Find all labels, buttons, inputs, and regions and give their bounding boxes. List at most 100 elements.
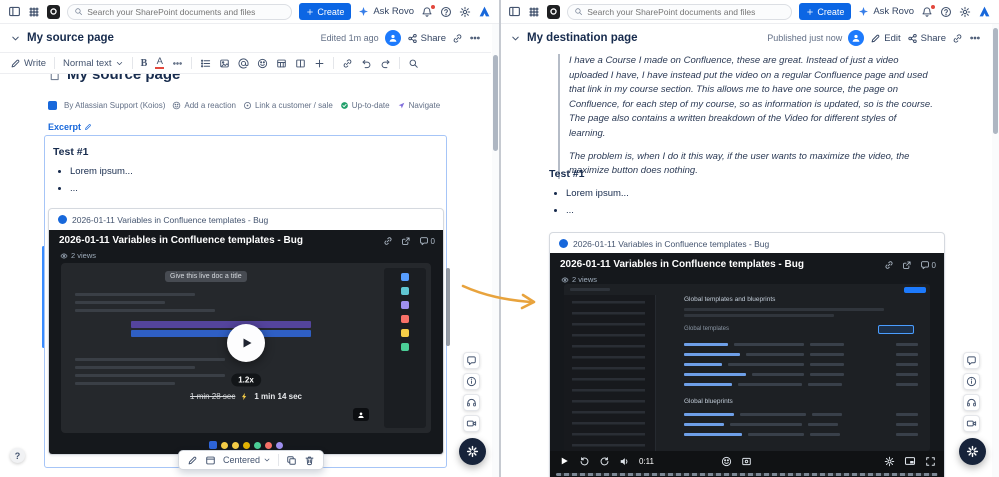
create-button[interactable]: Create — [799, 3, 852, 20]
add-reaction-button[interactable]: Add a reaction — [172, 101, 236, 110]
smart-link-card: 2026-01-11 Variables in Confluence templ… — [48, 208, 444, 455]
audio-float-button[interactable] — [963, 394, 980, 411]
scrollbar-thumb[interactable] — [493, 55, 498, 151]
settings-button[interactable] — [959, 6, 971, 18]
search-input[interactable] — [87, 6, 286, 17]
sidebar-toggle-icon[interactable] — [508, 5, 521, 18]
atlassian-logo[interactable] — [478, 5, 491, 18]
rewind-icon[interactable] — [579, 456, 590, 467]
comment-float-button[interactable] — [963, 352, 980, 369]
rovo-sparkle-icon — [358, 6, 369, 17]
atlassian-logo[interactable] — [978, 5, 991, 18]
media-card-icon[interactable] — [205, 455, 216, 466]
record-fab[interactable] — [959, 438, 986, 465]
inner-scrollbar-thumb[interactable] — [446, 268, 450, 346]
find-icon[interactable] — [408, 58, 419, 69]
info-float-button[interactable] — [463, 373, 480, 390]
alignment-dropdown[interactable]: Centered — [223, 455, 271, 465]
audio-float-button[interactable] — [463, 394, 480, 411]
redo-icon[interactable] — [380, 58, 391, 69]
playback-speed[interactable]: 1.2x — [231, 373, 261, 387]
settings-button[interactable] — [459, 6, 471, 18]
reaction-add-button[interactable] — [209, 441, 217, 449]
play-button[interactable] — [227, 323, 265, 362]
pip-icon[interactable] — [904, 455, 916, 467]
search-bar[interactable] — [567, 3, 793, 20]
app-switcher-icon[interactable] — [28, 6, 40, 18]
search-bar[interactable] — [67, 3, 293, 20]
more-icon[interactable] — [469, 32, 481, 44]
help-button[interactable] — [440, 6, 452, 18]
insert-link-icon[interactable] — [342, 58, 353, 69]
publish-status: Published just now — [767, 33, 843, 43]
emoji-icon[interactable] — [257, 58, 268, 69]
comment-float-button[interactable] — [463, 352, 480, 369]
comments-button[interactable]: 0 — [419, 236, 435, 246]
search-input[interactable] — [587, 6, 786, 17]
open-external-icon[interactable] — [401, 236, 411, 246]
avatar[interactable] — [384, 30, 401, 46]
write-mode-button[interactable]: Write — [10, 58, 46, 69]
smart-link-header[interactable]: 2026-01-11 Variables in Confluence templ… — [550, 233, 944, 254]
more-formatting-icon[interactable] — [172, 58, 183, 69]
bold-button[interactable]: B — [141, 58, 148, 69]
copy-icon[interactable] — [286, 455, 297, 466]
screenshot-icon[interactable] — [741, 456, 752, 467]
copy-link-icon[interactable] — [884, 260, 894, 270]
link-customer-button[interactable]: Link a customer / sale — [243, 101, 333, 110]
share-button[interactable]: Share — [407, 33, 446, 44]
create-button[interactable]: Create — [299, 3, 352, 20]
link-icon[interactable] — [952, 33, 963, 44]
open-external-icon[interactable] — [902, 260, 912, 270]
info-float-button[interactable] — [963, 373, 980, 390]
chevron-down-icon[interactable] — [10, 33, 21, 44]
fullscreen-icon[interactable] — [925, 456, 936, 467]
avatar[interactable] — [848, 30, 865, 46]
copy-link-icon[interactable] — [383, 236, 393, 246]
navigate-button[interactable]: Navigate — [397, 101, 440, 110]
video-timeline[interactable] — [556, 473, 938, 476]
app-switcher-icon[interactable] — [528, 6, 540, 18]
notifications-button[interactable] — [921, 3, 936, 18]
reaction-bar[interactable] — [49, 441, 443, 449]
sidebar-toggle-icon[interactable] — [8, 5, 21, 18]
play-button[interactable] — [558, 455, 570, 467]
layout-icon[interactable] — [295, 58, 306, 69]
video-float-button[interactable] — [963, 415, 980, 432]
window-scrollbar[interactable] — [992, 24, 999, 477]
excerpt-macro-label[interactable]: Excerpt — [48, 122, 92, 132]
insert-plus-icon[interactable] — [314, 58, 325, 69]
up-to-date-status[interactable]: Up-to-date — [340, 101, 390, 110]
volume-icon[interactable] — [619, 456, 630, 467]
link-icon[interactable] — [452, 33, 463, 44]
video-float-button[interactable] — [463, 415, 480, 432]
forward-icon[interactable] — [599, 456, 610, 467]
media-edit-icon[interactable] — [187, 455, 198, 466]
image-icon[interactable] — [219, 58, 230, 69]
table-icon[interactable] — [276, 58, 287, 69]
undo-icon[interactable] — [361, 58, 372, 69]
help-button[interactable] — [940, 6, 952, 18]
app-logo[interactable] — [547, 4, 561, 19]
app-logo[interactable] — [47, 4, 61, 19]
record-fab[interactable] — [459, 438, 486, 465]
text-color-button[interactable]: A — [155, 57, 165, 69]
settings-icon[interactable] — [884, 456, 895, 467]
mention-icon[interactable] — [238, 57, 249, 69]
more-icon[interactable] — [969, 32, 981, 44]
notifications-button[interactable] — [421, 3, 436, 18]
chevron-down-icon[interactable] — [510, 33, 521, 44]
help-fab[interactable]: ? — [10, 448, 25, 463]
comments-button[interactable]: 0 — [920, 260, 936, 270]
text-style-dropdown[interactable]: Normal text — [63, 58, 124, 69]
reaction-icon[interactable] — [721, 456, 732, 467]
share-button[interactable]: Share — [907, 33, 946, 44]
edit-button[interactable]: Edit — [870, 33, 901, 44]
ask-rovo-button[interactable]: Ask Rovo — [358, 6, 414, 17]
delete-icon[interactable] — [304, 455, 315, 466]
list-icon[interactable] — [200, 58, 211, 69]
scrollbar-thumb[interactable] — [993, 28, 998, 134]
window-scrollbar[interactable] — [492, 24, 499, 477]
smart-link-header[interactable]: 2026-01-11 Variables in Confluence templ… — [49, 209, 443, 230]
ask-rovo-button[interactable]: Ask Rovo — [858, 6, 914, 17]
